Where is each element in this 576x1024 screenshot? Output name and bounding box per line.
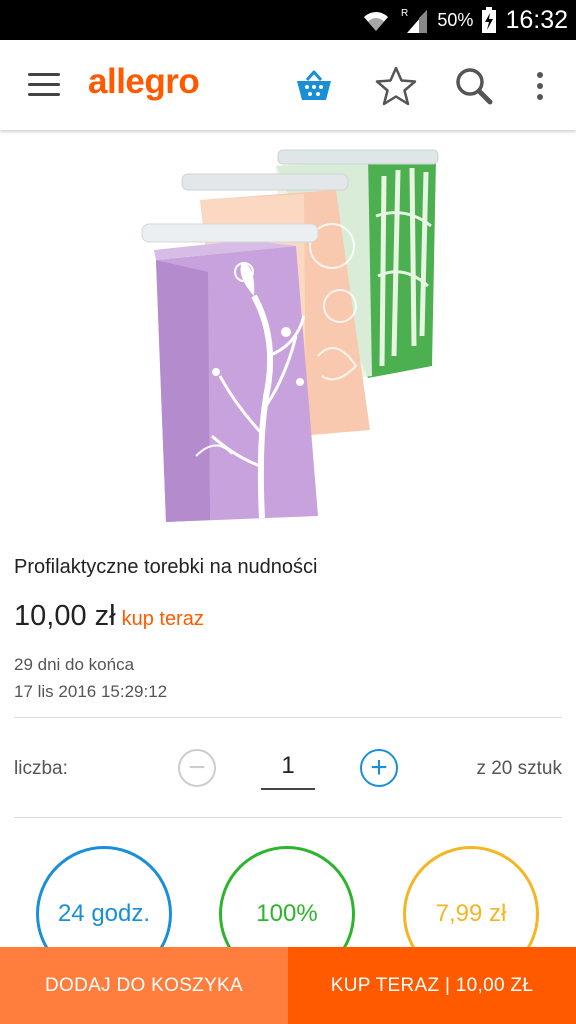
quantity-decrease-button[interactable]: − <box>178 749 216 787</box>
plus-icon: + <box>370 751 388 784</box>
app-bar: allegro <box>0 40 576 130</box>
battery-icon <box>481 6 497 34</box>
signal-icon: R <box>399 6 429 34</box>
divider <box>14 717 562 718</box>
available-quantity: z 20 sztuk <box>476 758 562 779</box>
purple-bag-illustration <box>141 223 319 522</box>
battery-percent: 50% <box>437 9 474 30</box>
add-to-cart-button[interactable]: DODAJ DO KOSZYKA <box>0 947 288 1024</box>
product-price: 10,00 zł <box>14 600 116 632</box>
allegro-logo[interactable]: allegro <box>88 62 200 102</box>
bottom-action-bar: DODAJ DO KOSZYKA KUP TERAZ | 10,00 ZŁ <box>0 947 576 1024</box>
price-row: 10,00 zł kup teraz <box>14 600 204 633</box>
minus-icon: − <box>188 751 206 784</box>
star-icon[interactable] <box>374 64 418 108</box>
roaming-indicator: R <box>401 8 408 19</box>
cart-icon[interactable] <box>292 64 336 108</box>
product-title: Profilaktyczne torebki na nudności <box>14 556 318 578</box>
end-date: 17 lis 2016 15:29:12 <box>14 682 168 701</box>
quantity-label: liczba: <box>14 758 68 779</box>
time-left: 29 dni do końca <box>14 655 135 674</box>
overflow-menu-icon[interactable] <box>518 64 562 108</box>
buy-now-button[interactable]: KUP TERAZ | 10,00 ZŁ <box>288 947 576 1024</box>
quantity-increase-button[interactable]: + <box>360 749 398 787</box>
divider <box>14 817 562 818</box>
search-icon[interactable] <box>452 64 496 108</box>
menu-icon[interactable] <box>28 73 60 97</box>
product-image[interactable] <box>136 136 440 540</box>
status-bar-right: R 50% 16:32 <box>361 0 568 40</box>
buy-now-label: kup teraz <box>121 608 204 630</box>
status-bar: R 50% 16:32 <box>0 0 576 40</box>
quantity-input[interactable]: 1 <box>261 752 315 790</box>
wifi-icon <box>361 7 391 33</box>
clock: 16:32 <box>505 5 568 34</box>
